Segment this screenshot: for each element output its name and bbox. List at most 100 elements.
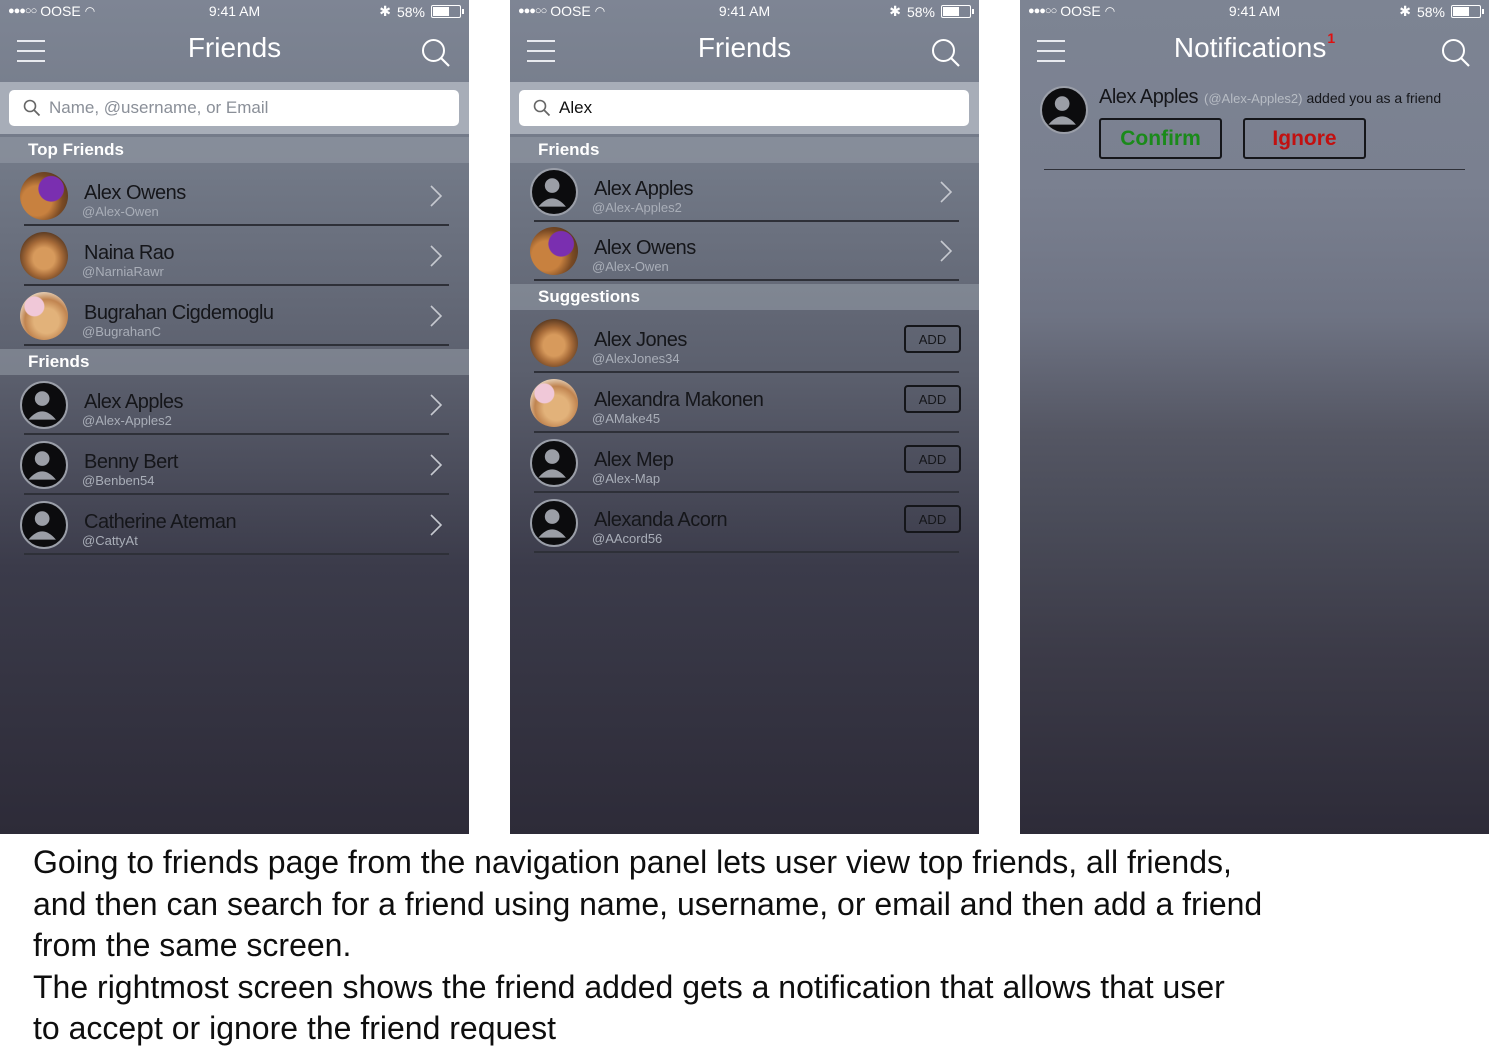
avatar [20, 381, 68, 429]
friend-row[interactable]: Catherine Ateman @CattyAt [0, 495, 469, 555]
avatar [530, 319, 578, 367]
avatar [1040, 86, 1088, 134]
friend-name: Alex Apples [594, 178, 694, 200]
friend-result-row[interactable]: Alex Owens @Alex-Owen [510, 221, 979, 281]
page-title-text: Notifications [1173, 32, 1327, 63]
chevron-right-icon[interactable] [939, 180, 953, 204]
row-divider [24, 553, 449, 555]
suggestion-row[interactable]: Alex Jones @AlexJones34 ADD [510, 313, 979, 373]
divider [1044, 169, 1465, 170]
search-icon[interactable] [1441, 38, 1471, 68]
suggestion-row[interactable]: Alex Mep @Alex-Map ADD [510, 433, 979, 493]
section-header-top-friends: Top Friends [0, 137, 469, 163]
section-header-friends: Friends [0, 349, 469, 375]
add-friend-button[interactable]: ADD [904, 385, 961, 413]
avatar [20, 501, 68, 549]
avatar [530, 227, 578, 275]
search-bar [0, 82, 469, 134]
battery-percent: 58% [1416, 3, 1445, 20]
battery-percent: 58% [396, 3, 425, 20]
suggestion-row[interactable]: Alexanda Acorn @AAcord56 ADD [510, 493, 979, 553]
search-input[interactable] [49, 94, 451, 122]
page-title: Notifications1 [1020, 30, 1489, 64]
bluetooth-icon: ✱ [889, 3, 901, 19]
suggestion-row[interactable]: Alexandra Makonen @AMake45 ADD [510, 373, 979, 433]
caption-line: from the same screen. [33, 927, 352, 963]
status-bar: ●●●○○ OOSE ◠ 9:41 AM ✱ 58% [0, 0, 469, 22]
friend-name: Catherine Ateman [84, 511, 237, 533]
friend-row[interactable]: Alex Apples @Alex-Apples2 [0, 375, 469, 435]
caption-line: The rightmost screen shows the friend ad… [33, 968, 1225, 1005]
magnifier-icon [533, 99, 551, 117]
friend-row[interactable]: Benny Bert @Benben54 [0, 435, 469, 495]
chevron-right-icon[interactable] [429, 393, 443, 417]
requester-name[interactable]: Alex Apples [1099, 86, 1199, 108]
ignore-button[interactable]: Ignore [1243, 118, 1366, 159]
search-field-container[interactable] [519, 90, 969, 126]
nav-bar: Friends [0, 22, 469, 82]
avatar [530, 168, 578, 216]
row-divider [534, 279, 959, 281]
chevron-right-icon[interactable] [939, 239, 953, 263]
friend-username: @Alex-Owen [592, 259, 669, 274]
chevron-right-icon[interactable] [429, 304, 443, 328]
search-bar [510, 82, 979, 134]
add-friend-button[interactable]: ADD [904, 325, 961, 353]
add-friend-button[interactable]: ADD [904, 505, 961, 533]
top-friend-row[interactable]: Bugrahan Cigdemoglu @BugrahanC [0, 286, 469, 346]
friend-username: @CattyAt [82, 533, 138, 548]
chevron-right-icon[interactable] [429, 513, 443, 537]
friend-username: @Alex-Map [592, 471, 661, 486]
chevron-right-icon[interactable] [429, 184, 443, 208]
notification-message: added you as a friend [1306, 90, 1442, 106]
friend-name: Alexandra Makonen [594, 389, 764, 411]
friend-result-row[interactable]: Alex Apples @Alex-Apples2 [510, 162, 979, 222]
section-header-suggestions: Suggestions [510, 284, 979, 310]
search-icon[interactable] [931, 38, 961, 68]
page-title: Friends [187, 32, 282, 63]
caption-line: and then can search for a friend using n… [33, 885, 1263, 922]
friend-name: Alex Mep [594, 449, 674, 471]
search-field-container[interactable] [9, 90, 459, 126]
friend-username: @Alex-Apples2 [592, 200, 682, 215]
friend-name: Bugrahan Cigdemoglu [84, 302, 274, 324]
chevron-right-icon[interactable] [429, 244, 443, 268]
search-icon[interactable] [421, 38, 451, 68]
battery-icon [431, 5, 464, 18]
friend-name: Alex Jones [594, 329, 687, 351]
friends-search-screen: ●●●○○OOSE◠ 9:41 AM ✱58% Friends Friends … [510, 0, 979, 834]
row-divider [24, 344, 449, 346]
search-input[interactable] [559, 94, 961, 122]
avatar [20, 172, 68, 220]
friend-username: @NarniaRawr [82, 264, 164, 279]
battery-percent: 58% [906, 3, 935, 20]
notification-count-badge: 1 [1327, 30, 1336, 46]
battery-icon [941, 5, 974, 18]
bluetooth-icon: ✱ [379, 3, 391, 19]
caption: Going to friends page from the navigatio… [33, 842, 1473, 1050]
add-friend-button[interactable]: ADD [904, 445, 961, 473]
top-friend-row[interactable]: Naina Rao @NarniaRawr [0, 226, 469, 286]
top-friend-row[interactable]: Alex Owens @Alex-Owen [0, 166, 469, 226]
avatar [530, 379, 578, 427]
bluetooth-icon: ✱ [1399, 3, 1411, 19]
notifications-screen: ●●●○○ OOSE ◠ 9:41 AM ✱ 58% Notifications1 A… [1020, 0, 1489, 834]
status-bar: ●●●○○ OOSE ◠ 9:41 AM ✱ 58% [1020, 0, 1489, 22]
friend-username: @Alex-Apples2 [82, 413, 172, 428]
status-bar: ●●●○○ OOSE ◠ 9:41 AM ✱ 58% [510, 0, 979, 22]
battery-icon [1451, 5, 1484, 18]
friend-username: @AlexJones34 [592, 351, 680, 366]
avatar [20, 441, 68, 489]
caption-line: to accept or ignore the friend request [33, 1010, 556, 1046]
avatar [530, 439, 578, 487]
section-header-friends: Friends [510, 137, 979, 163]
chevron-right-icon[interactable] [429, 453, 443, 477]
friend-username: @Benben54 [82, 473, 155, 488]
confirm-button[interactable]: Confirm [1099, 118, 1222, 159]
friend-name: Alexanda Acorn [594, 509, 728, 531]
friend-request-notification: Alex Apples (@Alex-Apples2) added you as a… [1020, 82, 1489, 170]
friend-username: @AAcord56 [592, 531, 663, 546]
friend-name: Alex Apples [84, 391, 184, 413]
friend-name: Naina Rao [84, 242, 175, 264]
avatar [20, 292, 68, 340]
